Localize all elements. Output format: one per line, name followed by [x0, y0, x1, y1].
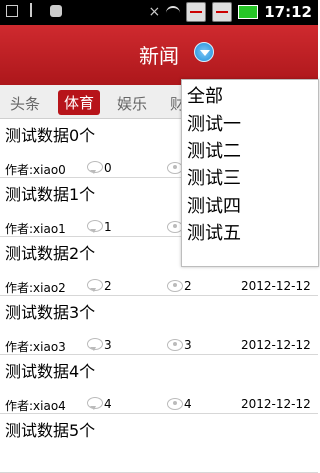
item-title: 测试数据2个 [5, 244, 96, 263]
no-signal-icon [212, 2, 233, 22]
view-icon [167, 398, 183, 410]
dropdown-item-all[interactable]: 全部 [187, 82, 223, 108]
item-comments: 1 [104, 220, 112, 234]
comment-icon [87, 338, 103, 351]
item-title: 测试数据1个 [5, 185, 96, 204]
item-date: 2012-12-12 [241, 397, 311, 411]
item-title: 测试数据3个 [5, 303, 96, 322]
item-title: 测试数据0个 [5, 126, 96, 145]
category-dropdown: 全部 测试一 测试二 测试三 测试四 测试五 [181, 79, 319, 267]
item-author: 作者:xiao4 [5, 399, 66, 413]
tab-headline[interactable]: 头条 [10, 93, 40, 114]
item-meta: 作者:xiao2 2 2 2012-12-12 [5, 279, 313, 295]
item-date: 2012-12-12 [241, 279, 311, 293]
comment-icon [87, 279, 103, 292]
image-icon [6, 5, 18, 17]
page-title: 新闻 [139, 44, 179, 68]
usb-icon [30, 3, 42, 17]
item-comments: 4 [104, 397, 112, 411]
item-title: 测试数据5个 [5, 421, 96, 440]
item-title: 测试数据4个 [5, 362, 96, 381]
mute-icon: × [148, 4, 161, 20]
dropdown-item-1[interactable]: 测试一 [187, 110, 241, 136]
list-item[interactable]: 测试数据5个 [0, 414, 318, 473]
item-meta: 作者:xiao3 3 3 2012-12-12 [5, 338, 313, 354]
battery-icon [238, 5, 259, 19]
dropdown-item-2[interactable]: 测试二 [187, 137, 241, 163]
dropdown-item-5[interactable]: 测试五 [187, 219, 241, 245]
wifi-icon [166, 5, 181, 20]
dropdown-item-4[interactable]: 测试四 [187, 192, 241, 218]
comment-icon [87, 397, 103, 410]
item-date: 2012-12-12 [241, 338, 311, 352]
dropdown-item-3[interactable]: 测试三 [187, 164, 241, 190]
list-item[interactable]: 测试数据3个 作者:xiao3 3 3 2012-12-12 [0, 296, 318, 355]
status-time: 17:12 [264, 3, 312, 21]
item-author: 作者:xiao2 [5, 281, 66, 295]
status-left [6, 3, 62, 17]
item-comments: 2 [104, 279, 112, 293]
comment-icon [87, 161, 103, 174]
item-author: 作者:xiao0 [5, 163, 66, 177]
view-icon [167, 280, 183, 292]
list-item[interactable]: 测试数据4个 作者:xiao4 4 4 2012-12-12 [0, 355, 318, 414]
status-bar: × 17:12 [0, 0, 318, 25]
item-comments: 3 [104, 338, 112, 352]
header: 新闻 [0, 25, 318, 85]
status-right: × 17:12 [149, 2, 312, 22]
item-views: 4 [184, 397, 192, 411]
item-views: 3 [184, 338, 192, 352]
item-author: 作者:xiao3 [5, 340, 66, 354]
item-views: 2 [184, 279, 192, 293]
tab-sports[interactable]: 体育 [58, 90, 101, 115]
page-title-wrap: 新闻 [0, 40, 318, 69]
item-comments: 0 [104, 161, 112, 175]
item-author: 作者:xiao1 [5, 222, 66, 236]
tab-entertainment[interactable]: 娱乐 [117, 93, 147, 114]
dropdown-toggle-icon[interactable] [194, 42, 214, 62]
android-icon [50, 5, 62, 17]
no-sim-icon [186, 2, 207, 22]
view-icon [167, 339, 183, 351]
item-meta: 作者:xiao4 4 4 2012-12-12 [5, 397, 313, 413]
comment-icon [87, 220, 103, 233]
